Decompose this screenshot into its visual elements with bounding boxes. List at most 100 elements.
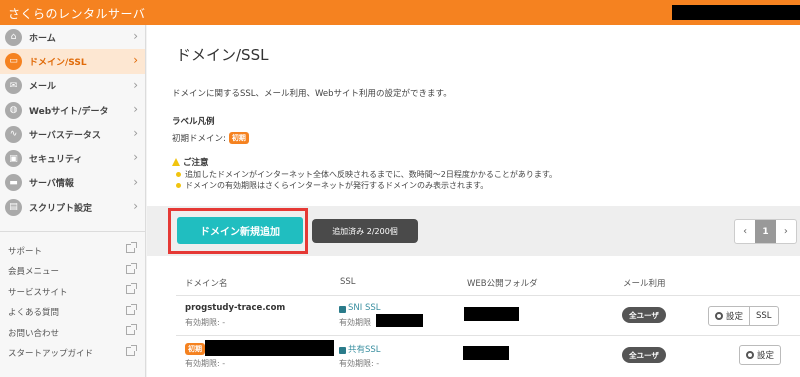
sidebar-link-label: 会員メニュー <box>8 267 60 278</box>
sidebar-item[interactable]: ▬ サーバ情報 › <box>0 171 145 195</box>
sidebar-link[interactable]: よくある質問 <box>0 302 145 323</box>
pager-prev-icon[interactable]: ‹ <box>735 220 755 243</box>
sidebar-item[interactable]: ⌂ ホーム › <box>0 25 145 49</box>
lock-icon <box>339 346 346 354</box>
chevron-right-icon: › <box>133 77 138 92</box>
initial-badge: 初期 <box>185 343 205 355</box>
col-header-domain: ドメイン名 <box>185 279 228 289</box>
domain-expiry: 有効期限: - <box>185 359 226 368</box>
globe-icon: ◍ <box>5 101 22 119</box>
sidebar-item[interactable]: ▣ セキュリティ › <box>0 146 145 170</box>
add-domain-button[interactable]: ドメイン新規追加 <box>177 217 303 244</box>
sidebar-link[interactable]: スタートアップガイド <box>0 343 145 364</box>
home-icon: ⌂ <box>5 28 22 46</box>
sidebar-item[interactable]: ∿ サーバステータス › <box>0 122 145 146</box>
pager-next-icon[interactable]: › <box>776 220 796 243</box>
settings-button[interactable]: 設定 <box>740 346 780 364</box>
chevron-right-icon: › <box>133 53 138 68</box>
server-info-icon: ▬ <box>5 174 22 192</box>
gear-icon <box>746 351 754 359</box>
notice-list: 追加したドメインがインターネット全体へ反映されるまでに、数時間〜2日程度かかるこ… <box>175 169 557 191</box>
status-chart-icon: ∿ <box>5 125 22 143</box>
chevron-right-icon: › <box>133 174 138 189</box>
sidebar-item[interactable]: ✉ メール › <box>0 74 145 98</box>
top-header-bar: さくらのレンタルサーバ <box>0 0 800 25</box>
lock-icon <box>339 305 346 313</box>
ssl-link[interactable]: 共有SSL <box>339 343 381 355</box>
gear-icon <box>715 312 723 320</box>
notice-item: ドメインの有効期限はさくらインターネットが発行するドメインのみ表示されます。 <box>175 180 557 191</box>
app-brand[interactable]: さくらのレンタルサーバ <box>8 5 145 22</box>
mail-icon: ✉ <box>5 77 22 95</box>
row-actions: 設定 <box>739 345 782 365</box>
script-icon: ▤ <box>5 198 22 216</box>
ssl-button[interactable]: SSL <box>749 307 778 325</box>
chevron-right-icon: › <box>133 29 138 43</box>
warning-icon <box>172 158 180 166</box>
sidebar-item-label: ホーム <box>29 33 56 44</box>
sidebar-link-label: よくある質問 <box>8 308 60 319</box>
sidebar-item-label: サーバ情報 <box>29 179 74 190</box>
table-divider <box>176 335 800 336</box>
page-title: ドメイン/SSL <box>176 46 269 64</box>
sidebar-item-label: セキュリティ <box>29 155 83 166</box>
external-link-icon <box>126 283 137 295</box>
mail-usage-badge: 全ユーザ <box>622 347 666 363</box>
col-header-web-folder: WEB公開フォルダ <box>467 279 538 289</box>
col-header-mail: メール利用 <box>623 279 666 289</box>
chevron-right-icon: › <box>133 150 138 165</box>
ssl-link[interactable]: SNI SSL <box>339 303 381 313</box>
domain-name[interactable]: progstudy-trace.com <box>185 303 285 313</box>
legend-row: 初期ドメイン: 初期 <box>172 132 249 144</box>
domain-count-badge: 追加済み 2/200個 <box>312 219 418 243</box>
sidebar-link-label: スタートアップガイド <box>8 349 94 360</box>
pager-current-page[interactable]: 1 <box>755 220 776 243</box>
page-description: ドメインに関するSSL、メール利用、Webサイト利用の設定ができます。 <box>172 89 452 99</box>
sidebar-item-label: メール <box>29 82 57 93</box>
main-content: ドメイン/SSL ドメインに関するSSL、メール利用、Webサイト利用の設定がで… <box>147 25 800 377</box>
sidebar-item[interactable]: ▤ スクリプト設定 › <box>0 195 145 219</box>
ssl-type[interactable]: SNI SSL <box>348 303 381 313</box>
domain-expiry: 有効期限: - <box>185 318 226 327</box>
sidebar-item[interactable]: ▭ ドメイン/SSL › <box>0 49 145 74</box>
sidebar-item-label: スクリプト設定 <box>29 203 93 214</box>
sidebar-link[interactable]: サポート <box>0 240 145 261</box>
redacted-web-folder <box>464 307 519 321</box>
redacted-web-folder <box>463 346 509 360</box>
external-link-icon <box>126 344 137 356</box>
table-divider <box>176 295 800 296</box>
domain-icon: ▭ <box>5 52 22 70</box>
domain-toolbar: ドメイン新規追加 追加済み 2/200個 ‹ 1 › <box>147 206 800 256</box>
sidebar-link-label: サービスサイト <box>8 287 68 298</box>
sidebar-link[interactable]: お問い合わせ <box>0 322 145 343</box>
chevron-right-icon: › <box>133 199 138 214</box>
sidebar-item-label: Webサイト/データ <box>29 106 109 117</box>
mail-usage-badge: 全ユーザ <box>622 307 666 323</box>
external-link-icon <box>126 324 137 336</box>
sidebar-link[interactable]: 会員メニュー <box>0 261 145 282</box>
settings-label: 設定 <box>757 351 775 361</box>
redacted-domain-name <box>205 340 334 356</box>
sidebar-link[interactable]: サービスサイト <box>0 281 145 302</box>
sidebar-item[interactable]: ◍ Webサイト/データ › <box>0 98 145 122</box>
sidebar-item-label: サーバステータス <box>29 130 101 141</box>
chevron-right-icon: › <box>133 126 138 141</box>
settings-label: 設定 <box>726 312 744 322</box>
ssl-type[interactable]: 共有SSL <box>348 343 381 355</box>
external-link-icon <box>126 262 137 274</box>
sidebar-link-label: サポート <box>8 246 43 257</box>
notice-heading-text: ご注意 <box>183 158 209 168</box>
sidebar-item-label: ドメイン/SSL <box>29 57 87 68</box>
redacted-ssl-expiry <box>376 314 423 327</box>
ssl-expiry: 有効期限 <box>339 318 371 327</box>
row-actions: 設定 SSL <box>708 306 779 326</box>
legend-heading: ラベル凡例 <box>172 117 215 127</box>
pagination: ‹ 1 › <box>734 219 797 244</box>
redacted-account-info <box>672 5 800 20</box>
legend-label: 初期ドメイン: <box>172 134 226 144</box>
lock-icon: ▣ <box>5 150 22 168</box>
external-link-icon <box>126 303 137 315</box>
settings-button[interactable]: 設定 <box>709 307 749 325</box>
sidebar-divider <box>0 231 145 233</box>
chevron-right-icon: › <box>133 101 138 116</box>
